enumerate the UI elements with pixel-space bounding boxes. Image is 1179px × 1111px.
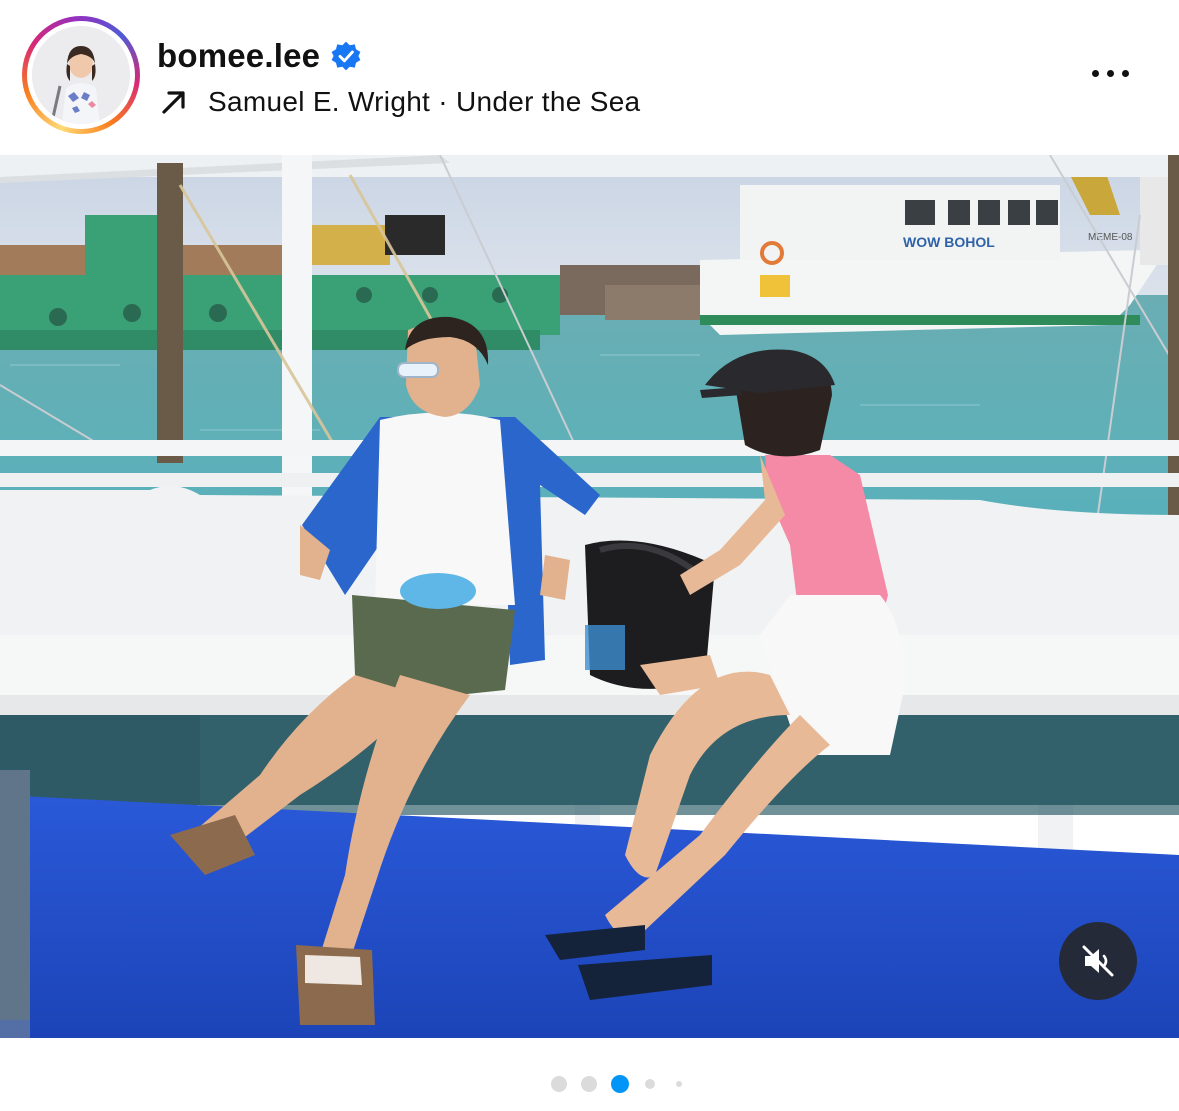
audio-track: Under the Sea <box>455 86 641 117</box>
carousel-dot[interactable] <box>551 1076 567 1092</box>
carousel-dot[interactable] <box>645 1079 655 1089</box>
avatar[interactable] <box>32 26 130 124</box>
more-options-icon <box>1091 69 1099 77</box>
audio-arrow-icon <box>160 88 188 116</box>
carousel-dot-active[interactable] <box>611 1075 629 1093</box>
username-row: bomee.lee <box>157 34 362 78</box>
boat-code-text: MEME-08 <box>1088 232 1133 243</box>
mute-toggle-button[interactable] <box>1059 922 1137 1000</box>
audio-separator: · <box>438 86 448 117</box>
boat-name-text: WOW BOHOL <box>903 234 995 250</box>
post-photo: WOW BOHOL MEME-08 <box>0 155 1179 1038</box>
username-link[interactable]: bomee.lee <box>157 37 320 75</box>
audio-artist: Samuel E. Wright <box>208 86 431 117</box>
post-media[interactable]: WOW BOHOL MEME-08 <box>0 155 1179 1038</box>
audio-attribution[interactable]: Samuel E. Wright · Under the Sea <box>160 82 640 122</box>
more-options-button[interactable] <box>1080 58 1140 88</box>
story-ring[interactable] <box>22 16 140 134</box>
carousel-dot[interactable] <box>581 1076 597 1092</box>
carousel-indicator <box>0 1072 1179 1096</box>
avatar-image <box>32 26 130 124</box>
carousel-dot[interactable] <box>676 1081 682 1087</box>
audio-label: Samuel E. Wright · Under the Sea <box>208 86 640 118</box>
verified-badge-icon <box>330 40 362 72</box>
post-header: bomee.lee Samuel E. Wright · Under the S… <box>0 0 1179 155</box>
speaker-muted-icon <box>1082 945 1114 977</box>
